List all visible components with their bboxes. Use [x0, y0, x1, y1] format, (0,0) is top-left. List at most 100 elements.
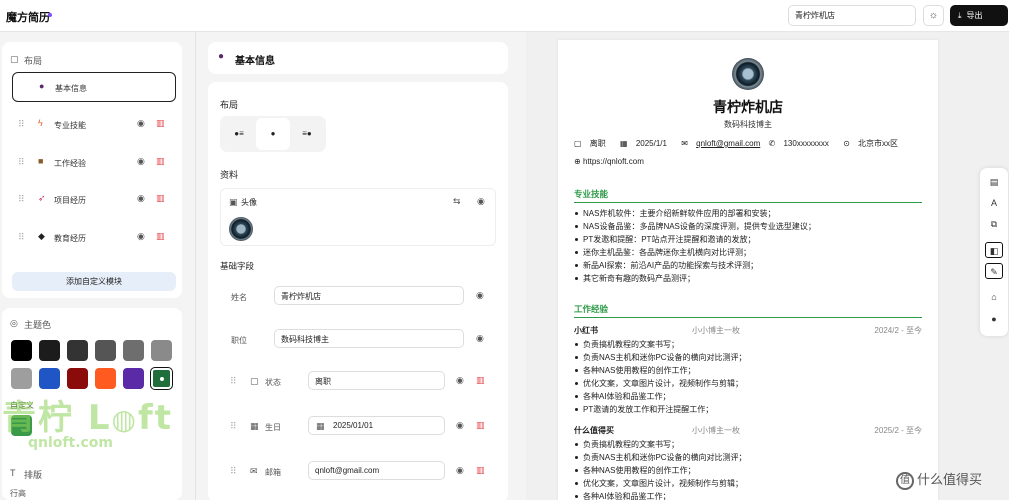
- mail-icon: ✉: [681, 139, 688, 148]
- theme-toggle-button[interactable]: ☼: [923, 5, 944, 26]
- trash-icon[interactable]: ▥: [476, 420, 485, 431]
- drag-handle-icon[interactable]: ⠿: [18, 157, 25, 168]
- copy-icon[interactable]: ⧉: [985, 216, 1003, 232]
- resume-title-input[interactable]: 青柠炸机店: [788, 5, 916, 26]
- layout-option-left[interactable]: ●≡: [222, 118, 256, 150]
- eye-icon[interactable]: ◉: [456, 375, 464, 386]
- trash-icon[interactable]: ▥: [156, 118, 165, 129]
- trash-icon[interactable]: ▥: [156, 156, 165, 167]
- watermark-text: 青柠 L◍ft: [2, 398, 173, 438]
- lightning-icon: ϟ: [38, 118, 43, 128]
- briefcase-icon: ▢: [574, 139, 582, 148]
- typography-section-label: 排版: [24, 470, 43, 480]
- trash-icon[interactable]: ▥: [476, 375, 485, 386]
- layout-item-projects[interactable]: ⠿ ➶ 项目经历 ◉ ▥: [12, 185, 176, 215]
- layout-section-label: 布局: [24, 56, 43, 66]
- list-item: PT发邀和提醒：PT站点开注提醒和邀请的发放；: [574, 233, 924, 246]
- drag-handle-icon[interactable]: ⠿: [230, 376, 237, 387]
- image-icon: ▣: [229, 197, 238, 207]
- list-item: 负责搞机教程的文案书写；: [574, 438, 924, 451]
- layout-item-label: 基本信息: [55, 84, 87, 93]
- preview-toolbar: ▤ A ⧉ ◧ ✎ ⌂ ●: [980, 168, 1008, 336]
- color-swatch[interactable]: [67, 340, 88, 361]
- color-swatch[interactable]: [39, 368, 60, 389]
- color-swatch[interactable]: [95, 340, 116, 361]
- color-swatch[interactable]: [151, 340, 172, 361]
- list-item: 负责NAS主机和迷你PC设备的横向对比测评；: [574, 351, 924, 364]
- export-label: 导出: [966, 11, 983, 20]
- drag-handle-icon[interactable]: ⠿: [18, 194, 25, 205]
- email-field-label: 邮箱: [265, 468, 281, 477]
- github-icon[interactable]: ●: [985, 311, 1003, 327]
- person-icon: ●: [218, 51, 225, 62]
- drag-handle-icon[interactable]: ⠿: [18, 119, 25, 130]
- home-icon[interactable]: ⌂: [985, 289, 1003, 305]
- drag-handle-icon[interactable]: ⠿: [230, 421, 237, 432]
- swap-icon[interactable]: ⇆: [453, 196, 461, 207]
- email-item[interactable]: ✉ qnloft@gmail.com: [681, 139, 760, 148]
- resume-preview: 青柠炸机店 数码科技博主 ▢ 离职 ▦ 2025/1/1 ✉ qnloft@gm…: [526, 32, 1009, 500]
- font-icon[interactable]: A: [985, 195, 1003, 211]
- name-field[interactable]: 青柠炸机店: [274, 286, 464, 305]
- job-header: 小红书 小小博主一枚 2024/2 - 至今: [574, 325, 922, 337]
- color-swatch[interactable]: [11, 368, 32, 389]
- layout-panel-icon[interactable]: ▤: [985, 174, 1003, 190]
- title-field[interactable]: 数码科技博主: [274, 329, 464, 348]
- job-date: 2024/2 - 至今: [874, 326, 922, 335]
- eye-icon[interactable]: ◉: [137, 118, 145, 129]
- website-item[interactable]: ⊕ https://qnloft.com: [574, 157, 644, 166]
- list-item: PT邀请的发放工作和开注提醒工作；: [574, 403, 924, 416]
- trash-icon[interactable]: ▥: [156, 193, 165, 204]
- color-swatch[interactable]: [67, 368, 88, 389]
- eye-icon[interactable]: ◉: [476, 290, 484, 301]
- skills-list: NAS炸机软件：主要介绍新鲜软件应用的部署和安装； NAS设备品鉴：多品牌NAS设…: [574, 207, 924, 285]
- drag-handle-icon[interactable]: ⠿: [230, 466, 237, 477]
- job-role: 小小博主一枚: [692, 426, 740, 435]
- layout-item-basic-info[interactable]: ● 基本信息: [12, 72, 176, 102]
- drag-handle-icon[interactable]: ⠿: [18, 232, 25, 243]
- eye-icon[interactable]: ◉: [456, 465, 464, 476]
- layout-label: 布局: [220, 100, 239, 110]
- editor-title: 基本信息: [235, 56, 275, 67]
- eye-icon[interactable]: ◉: [456, 420, 464, 431]
- editor-header: ● 基本信息: [208, 42, 508, 74]
- color-swatch[interactable]: [123, 368, 144, 389]
- briefcase-icon: ▢: [250, 376, 259, 386]
- eye-icon[interactable]: ◉: [477, 196, 485, 207]
- color-swatch[interactable]: [95, 368, 116, 389]
- eye-icon[interactable]: ◉: [137, 156, 145, 167]
- add-custom-module-button[interactable]: 添加自定义模块: [12, 272, 176, 291]
- trash-icon[interactable]: ▥: [156, 231, 165, 242]
- layout-item-skills[interactable]: ⠿ ϟ 专业技能 ◉ ▥: [12, 110, 176, 140]
- layout-option-right[interactable]: ≡●: [290, 118, 324, 150]
- layout-option-center[interactable]: ●: [256, 118, 290, 150]
- color-swatch[interactable]: [123, 340, 144, 361]
- trash-icon[interactable]: ▥: [476, 465, 485, 476]
- avatar-thumbnail[interactable]: [229, 217, 253, 241]
- layout-item-work[interactable]: ⠿ ■ 工作经验 ◉ ▥: [12, 148, 176, 178]
- status-field[interactable]: 离职: [308, 371, 445, 390]
- list-item: NAS设备品鉴：多品牌NAS设备的深度评测，提供专业选型建议；: [574, 220, 924, 233]
- skills-heading: 专业技能: [574, 189, 609, 199]
- briefcase-icon: ■: [38, 156, 44, 166]
- app-brand[interactable]: 魔方简历: [6, 9, 50, 25]
- birthday-field[interactable]: 2025/01/01: [308, 416, 445, 435]
- eye-icon[interactable]: ◉: [137, 193, 145, 204]
- globe-icon: ⊕: [574, 157, 581, 166]
- resume-avatar: [732, 58, 764, 90]
- split-view-icon[interactable]: ◧: [985, 242, 1003, 258]
- eye-icon[interactable]: ◉: [137, 231, 145, 242]
- status-field-label: 状态: [265, 378, 281, 387]
- color-swatch[interactable]: [11, 340, 32, 361]
- color-swatch[interactable]: [39, 340, 60, 361]
- layout-item-label: 教育经历: [54, 234, 86, 243]
- mail-icon: ✉: [250, 466, 258, 476]
- color-swatch[interactable]: [150, 367, 173, 390]
- birthday-field-label: 生日: [265, 423, 281, 432]
- pen-icon[interactable]: ✎: [985, 263, 1003, 279]
- layout-icon: ▢: [10, 54, 19, 64]
- layout-item-education[interactable]: ⠿ ◆ 教育经历 ◉ ▥: [12, 223, 176, 253]
- eye-icon[interactable]: ◉: [476, 333, 484, 344]
- export-button[interactable]: ⤓ 导出: [950, 5, 1008, 26]
- email-field[interactable]: qnloft@gmail.com: [308, 461, 445, 480]
